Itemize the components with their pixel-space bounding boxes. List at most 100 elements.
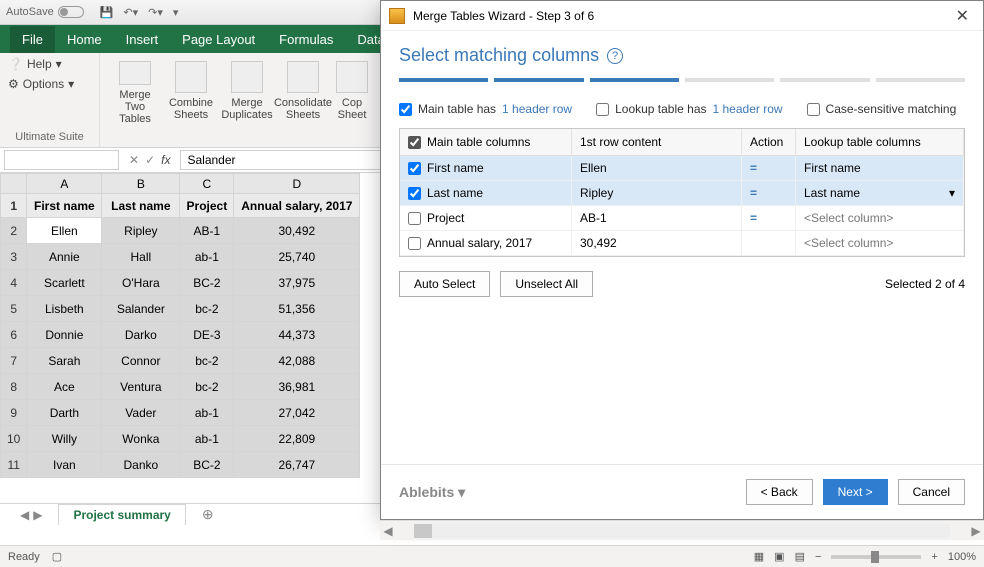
scroll-left-icon[interactable]: ◀ (380, 524, 396, 538)
header-cell[interactable]: Last name (102, 194, 180, 218)
cell[interactable]: Willy (27, 426, 102, 452)
tab-page-layout[interactable]: Page Layout (170, 26, 267, 53)
help-icon[interactable]: ? (607, 48, 623, 64)
view-normal-icon[interactable]: ▦ (754, 550, 764, 563)
fx-icon[interactable]: fx (161, 153, 170, 167)
cell[interactable]: ab-1 (180, 400, 234, 426)
row-header[interactable]: 7 (1, 348, 27, 374)
tab-insert[interactable]: Insert (114, 26, 171, 53)
cell[interactable]: BC-2 (180, 452, 234, 478)
cell[interactable]: 30,492 (234, 218, 360, 244)
main-header-link[interactable]: 1 header row (502, 102, 572, 116)
cancel-formula-icon[interactable]: ✕ (129, 153, 139, 167)
sheet-nav-next-icon[interactable]: ▶ (33, 508, 42, 522)
row-header[interactable]: 5 (1, 296, 27, 322)
cell[interactable]: O'Hara (102, 270, 180, 296)
select-all-cell[interactable] (1, 174, 27, 194)
row-header[interactable]: 3 (1, 244, 27, 270)
matching-row[interactable]: ProjectAB-1=<Select column> (400, 206, 964, 231)
zoom-slider[interactable] (831, 555, 921, 559)
cell[interactable]: Vader (102, 400, 180, 426)
lookup-table-header-checkbox[interactable]: Lookup table has 1 header row (596, 102, 782, 116)
accept-formula-icon[interactable]: ✓ (145, 153, 155, 167)
cell[interactable]: Sarah (27, 348, 102, 374)
row-header[interactable]: 9 (1, 400, 27, 426)
undo-icon[interactable]: ↶▾ (123, 6, 138, 19)
row-checkbox[interactable] (408, 162, 421, 175)
autosave-toggle[interactable]: AutoSave (6, 6, 84, 18)
merge-two-tables-button[interactable]: MergeTwo Tables (108, 57, 162, 129)
col-header-A[interactable]: A (27, 174, 102, 194)
row-header[interactable]: 10 (1, 426, 27, 452)
cell[interactable]: ab-1 (180, 244, 234, 270)
col-header-B[interactable]: B (102, 174, 180, 194)
name-box[interactable] (4, 150, 119, 170)
unselect-all-button[interactable]: Unselect All (500, 271, 593, 297)
tab-home[interactable]: Home (55, 26, 114, 53)
tab-formulas[interactable]: Formulas (267, 26, 345, 53)
lookup-column-select[interactable]: First name (796, 156, 964, 180)
cell[interactable]: 44,373 (234, 322, 360, 348)
zoom-level[interactable]: 100% (948, 551, 976, 563)
dialog-titlebar[interactable]: Merge Tables Wizard - Step 3 of 6 ✕ (381, 1, 983, 31)
close-button[interactable]: ✕ (950, 6, 975, 26)
cell[interactable]: Salander (102, 296, 180, 322)
zoom-out-icon[interactable]: − (815, 551, 821, 563)
add-sheet-button[interactable]: ⊕ (192, 506, 224, 523)
row-header[interactable]: 8 (1, 374, 27, 400)
scroll-right-icon[interactable]: ▶ (968, 524, 984, 538)
cell[interactable]: Ivan (27, 452, 102, 478)
cell[interactable]: 42,088 (234, 348, 360, 374)
save-icon[interactable]: 💾 (100, 6, 114, 19)
row-checkbox[interactable] (408, 237, 421, 250)
lookup-column-select[interactable]: <Select column> (796, 231, 964, 255)
cell[interactable]: Wonka (102, 426, 180, 452)
cell[interactable]: 25,740 (234, 244, 360, 270)
cell[interactable]: 27,042 (234, 400, 360, 426)
worksheet-grid[interactable]: A B C D 1First nameLast nameProjectAnnua… (0, 173, 360, 478)
qat-more-icon[interactable]: ▾ (173, 6, 179, 19)
consolidate-sheets-button[interactable]: ConsolidateSheets (276, 57, 330, 129)
autosave-switch-icon[interactable] (58, 6, 84, 18)
cell[interactable]: AB-1 (180, 218, 234, 244)
row-header[interactable]: 4 (1, 270, 27, 296)
back-button[interactable]: < Back (746, 479, 813, 505)
next-button[interactable]: Next > (823, 479, 888, 505)
lookup-column-select[interactable]: <Select column> (796, 206, 964, 230)
col-header-D[interactable]: D (234, 174, 360, 194)
options-button[interactable]: ⚙Options ▾ (8, 77, 91, 91)
cell[interactable]: bc-2 (180, 296, 234, 322)
horizontal-scrollbar[interactable]: ◀ ▶ (380, 520, 984, 540)
row-header[interactable]: 1 (1, 194, 27, 218)
macro-record-icon[interactable]: ▢ (52, 550, 62, 563)
col-header-C[interactable]: C (180, 174, 234, 194)
scroll-thumb[interactable] (414, 524, 432, 538)
header-cell[interactable]: First name (27, 194, 102, 218)
sheet-tab-active[interactable]: Project summary (58, 504, 185, 525)
row-checkbox[interactable] (408, 212, 421, 225)
combine-sheets-button[interactable]: CombineSheets (164, 57, 218, 129)
cell[interactable]: 26,747 (234, 452, 360, 478)
cell[interactable]: 37,975 (234, 270, 360, 296)
merge-duplicates-button[interactable]: MergeDuplicates (220, 57, 274, 129)
cell[interactable]: DE-3 (180, 322, 234, 348)
select-all-columns-checkbox[interactable] (408, 136, 421, 149)
cell[interactable]: bc-2 (180, 348, 234, 374)
cell[interactable]: Ventura (102, 374, 180, 400)
main-table-header-checkbox[interactable]: Main table has 1 header row (399, 102, 572, 116)
redo-icon[interactable]: ↷▾ (148, 6, 163, 19)
sheet-nav-prev-icon[interactable]: ◀ (20, 508, 29, 522)
tab-file[interactable]: File (10, 26, 55, 53)
ablebits-brand[interactable]: Ablebits ▾ (399, 484, 465, 501)
cell[interactable]: BC-2 (180, 270, 234, 296)
row-header[interactable]: 11 (1, 452, 27, 478)
lookup-column-select[interactable]: Last name▾ (796, 181, 964, 205)
view-page-layout-icon[interactable]: ▣ (774, 550, 784, 563)
cell[interactable]: Annie (27, 244, 102, 270)
lookup-header-link[interactable]: 1 header row (713, 102, 783, 116)
cell[interactable]: Scarlett (27, 270, 102, 296)
cell[interactable]: 51,356 (234, 296, 360, 322)
cell[interactable]: ab-1 (180, 426, 234, 452)
cell[interactable]: Darko (102, 322, 180, 348)
cell[interactable]: Ace (27, 374, 102, 400)
